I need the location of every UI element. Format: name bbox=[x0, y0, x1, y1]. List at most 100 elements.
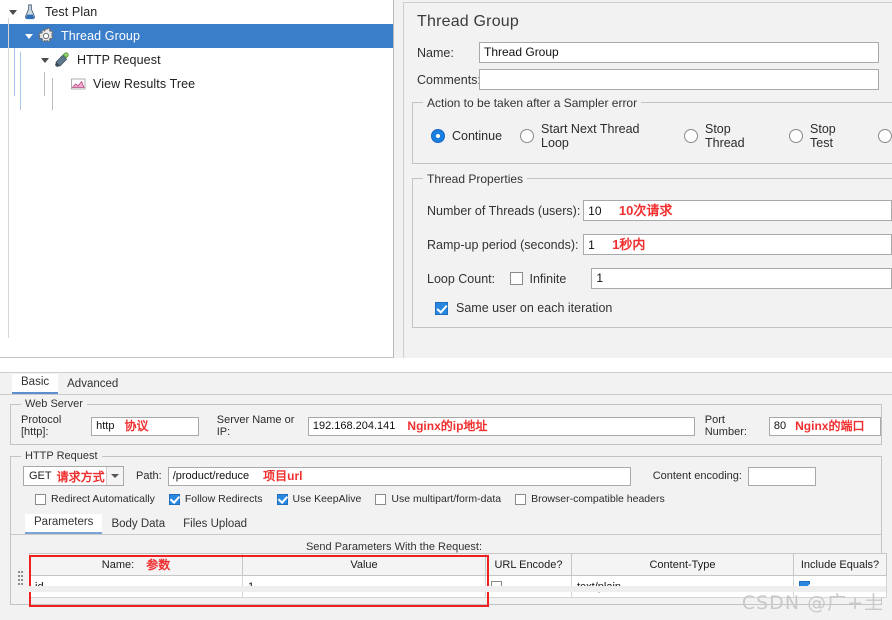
chevron-down-icon[interactable] bbox=[38, 48, 52, 72]
checkbox-box[interactable] bbox=[35, 493, 46, 505]
server-name-input[interactable]: 192.168.204.141 Nginx的ip地址 bbox=[307, 416, 695, 436]
port-number-input[interactable]: 80 Nginx的端口 bbox=[768, 416, 881, 436]
tab-basic[interactable]: Basic bbox=[12, 374, 59, 394]
tree-guide-line bbox=[8, 18, 9, 338]
sampler-error-group-title: Action to be taken after a Sampler error bbox=[423, 96, 642, 110]
checkbox-box[interactable] bbox=[375, 493, 387, 505]
panel-splitter[interactable] bbox=[395, 367, 421, 378]
pipette-icon bbox=[52, 50, 72, 70]
tree-item-thread-group[interactable]: Thread Group bbox=[0, 24, 393, 48]
num-threads-row: Number of Threads (users): 10 10次请求 bbox=[413, 190, 892, 224]
path-value: /product/reduce bbox=[172, 469, 250, 482]
subtab-files-upload[interactable]: Files Upload bbox=[174, 516, 256, 534]
radio-continue[interactable] bbox=[431, 129, 445, 143]
http-method-annotation: 请求方式 bbox=[56, 469, 105, 484]
subtab-parameters[interactable]: Parameters bbox=[25, 514, 103, 534]
http-request-group: HTTP Request GET 请求方式 Path: /product/red… bbox=[10, 450, 887, 607]
checkbox-box[interactable] bbox=[515, 493, 527, 505]
subtab-body-data[interactable]: Body Data bbox=[102, 516, 174, 534]
protocol-value: http bbox=[96, 419, 115, 432]
sampler-error-group: Action to be taken after a Sampler error… bbox=[412, 96, 892, 164]
same-user-row: Same user on each iteration bbox=[413, 292, 892, 318]
tree-item-label: View Results Tree bbox=[93, 77, 196, 91]
radio-stop-test[interactable] bbox=[789, 129, 804, 143]
server-name-value: 192.168.204.141 bbox=[312, 419, 396, 432]
http-method-select[interactable]: GET 请求方式 bbox=[23, 466, 124, 486]
checkbox-follow-redirects[interactable]: Follow Redirects bbox=[168, 493, 263, 505]
ramp-up-input[interactable]: 1 1秒内 bbox=[583, 234, 892, 255]
protocol-input[interactable]: http 协议 bbox=[91, 416, 199, 436]
content-encoding-input[interactable] bbox=[747, 466, 816, 486]
server-name-annotation: Nginx的ip地址 bbox=[407, 418, 488, 433]
path-annotation: 项目url bbox=[263, 468, 303, 483]
checkbox-box[interactable] bbox=[168, 493, 180, 505]
ramp-up-annotation: 1秒内 bbox=[612, 237, 646, 252]
checkbox-redirect-automatically[interactable]: Redirect Automatically bbox=[35, 493, 155, 505]
radio-stop-thread[interactable] bbox=[683, 129, 698, 143]
checkbox-label: Use KeepAlive bbox=[292, 493, 362, 505]
checkbox-label: Redirect Automatically bbox=[51, 493, 155, 505]
checkbox-browser-compatible-headers[interactable]: Browser-compatible headers bbox=[515, 493, 665, 505]
checkbox-label: Use multipart/form-data bbox=[391, 493, 502, 505]
column-header-value[interactable]: Value bbox=[242, 553, 486, 576]
num-threads-label: Number of Threads (users): bbox=[427, 203, 581, 218]
checkbox-box[interactable] bbox=[276, 493, 288, 505]
infinite-label: Infinite bbox=[529, 271, 567, 286]
tree-item-view-results-tree[interactable]: View Results Tree bbox=[0, 72, 393, 96]
radio-start-next-thread-loop-label: Start Next Thread Loop bbox=[541, 122, 640, 150]
comments-input[interactable] bbox=[479, 69, 879, 90]
column-header-name-text: Name: bbox=[101, 558, 135, 571]
method-path-row: GET 请求方式 Path: /product/reduce 项目url Con… bbox=[11, 466, 881, 486]
tree-guide-line bbox=[20, 52, 21, 110]
flask-icon bbox=[20, 2, 40, 22]
comments-label: Comments: bbox=[417, 72, 481, 87]
tree-item-test-plan[interactable]: Test Plan bbox=[0, 0, 393, 24]
loop-count-input[interactable]: 1 bbox=[591, 268, 892, 289]
column-header-include-equals[interactable]: Include Equals? bbox=[793, 553, 887, 576]
port-number-annotation: Nginx的端口 bbox=[795, 418, 865, 433]
path-label: Path: bbox=[136, 470, 162, 482]
name-input[interactable]: Thread Group bbox=[479, 42, 879, 63]
same-user-checkbox[interactable] bbox=[435, 301, 448, 315]
table-drag-handle[interactable] bbox=[17, 569, 22, 591]
column-header-name[interactable]: Name: 参数 bbox=[29, 553, 243, 576]
tree-guide-line bbox=[14, 48, 15, 72]
web-server-row: Protocol [http]: http 协议 Server Name or … bbox=[11, 414, 881, 438]
radio-start-next-thread-loop[interactable] bbox=[520, 129, 535, 143]
ramp-up-label: Ramp-up period (seconds): bbox=[427, 237, 579, 252]
tree-item-label: Test Plan bbox=[45, 5, 98, 19]
http-method-value: GET bbox=[29, 470, 52, 482]
tree-item-label: Thread Group bbox=[61, 29, 141, 43]
port-number-label: Port Number: bbox=[704, 414, 747, 438]
column-header-content-type[interactable]: Content-Type bbox=[571, 553, 794, 576]
thread-group-properties-pane: Thread Group Name: Thread Group Comments… bbox=[403, 2, 892, 358]
tab-advanced[interactable]: Advanced bbox=[58, 376, 127, 394]
path-input[interactable]: /product/reduce 项目url bbox=[167, 466, 631, 486]
tree-item-http-request[interactable]: HTTP Request bbox=[0, 48, 393, 72]
num-threads-annotation: 10次请求 bbox=[618, 203, 673, 218]
checkbox-label: Follow Redirects bbox=[184, 493, 263, 505]
content-encoding-label: Content encoding: bbox=[652, 470, 742, 482]
num-threads-input[interactable]: 10 10次请求 bbox=[583, 200, 892, 221]
radio-stop-test-now[interactable] bbox=[878, 129, 892, 143]
test-plan-tree[interactable]: Test Plan Thread Group HTTP Request View… bbox=[0, 0, 394, 358]
http-request-panel: Basic Advanced Web Server Protocol [http… bbox=[0, 372, 892, 620]
num-threads-value: 10 bbox=[588, 204, 602, 218]
checkbox-use-keepalive[interactable]: Use KeepAlive bbox=[276, 493, 362, 505]
chevron-down-icon[interactable] bbox=[22, 24, 36, 48]
comments-field-row: Comments: bbox=[404, 66, 892, 93]
chevron-down-icon[interactable] bbox=[106, 467, 123, 485]
basic-advanced-tabs: Basic Advanced bbox=[0, 373, 892, 395]
radio-stop-thread-label: Stop Thread bbox=[704, 122, 745, 150]
protocol-annotation: 协议 bbox=[124, 418, 149, 433]
loop-count-row: Loop Count: Infinite 1 bbox=[413, 258, 892, 292]
infinite-checkbox[interactable] bbox=[509, 272, 523, 285]
thread-properties-group-title: Thread Properties bbox=[423, 172, 528, 186]
ramp-up-row: Ramp-up period (seconds): 1 1秒内 bbox=[413, 224, 892, 258]
thread-properties-group: Thread Properties Number of Threads (use… bbox=[412, 172, 892, 328]
sampler-error-radio-row: Continue Start Next Thread Loop Stop Thr… bbox=[413, 122, 892, 150]
same-user-label: Same user on each iteration bbox=[456, 301, 613, 315]
checkbox-use-multipart-form-data[interactable]: Use multipart/form-data bbox=[375, 493, 501, 505]
column-header-url-encode[interactable]: URL Encode? bbox=[485, 553, 572, 576]
tree-guide-line bbox=[52, 78, 53, 110]
